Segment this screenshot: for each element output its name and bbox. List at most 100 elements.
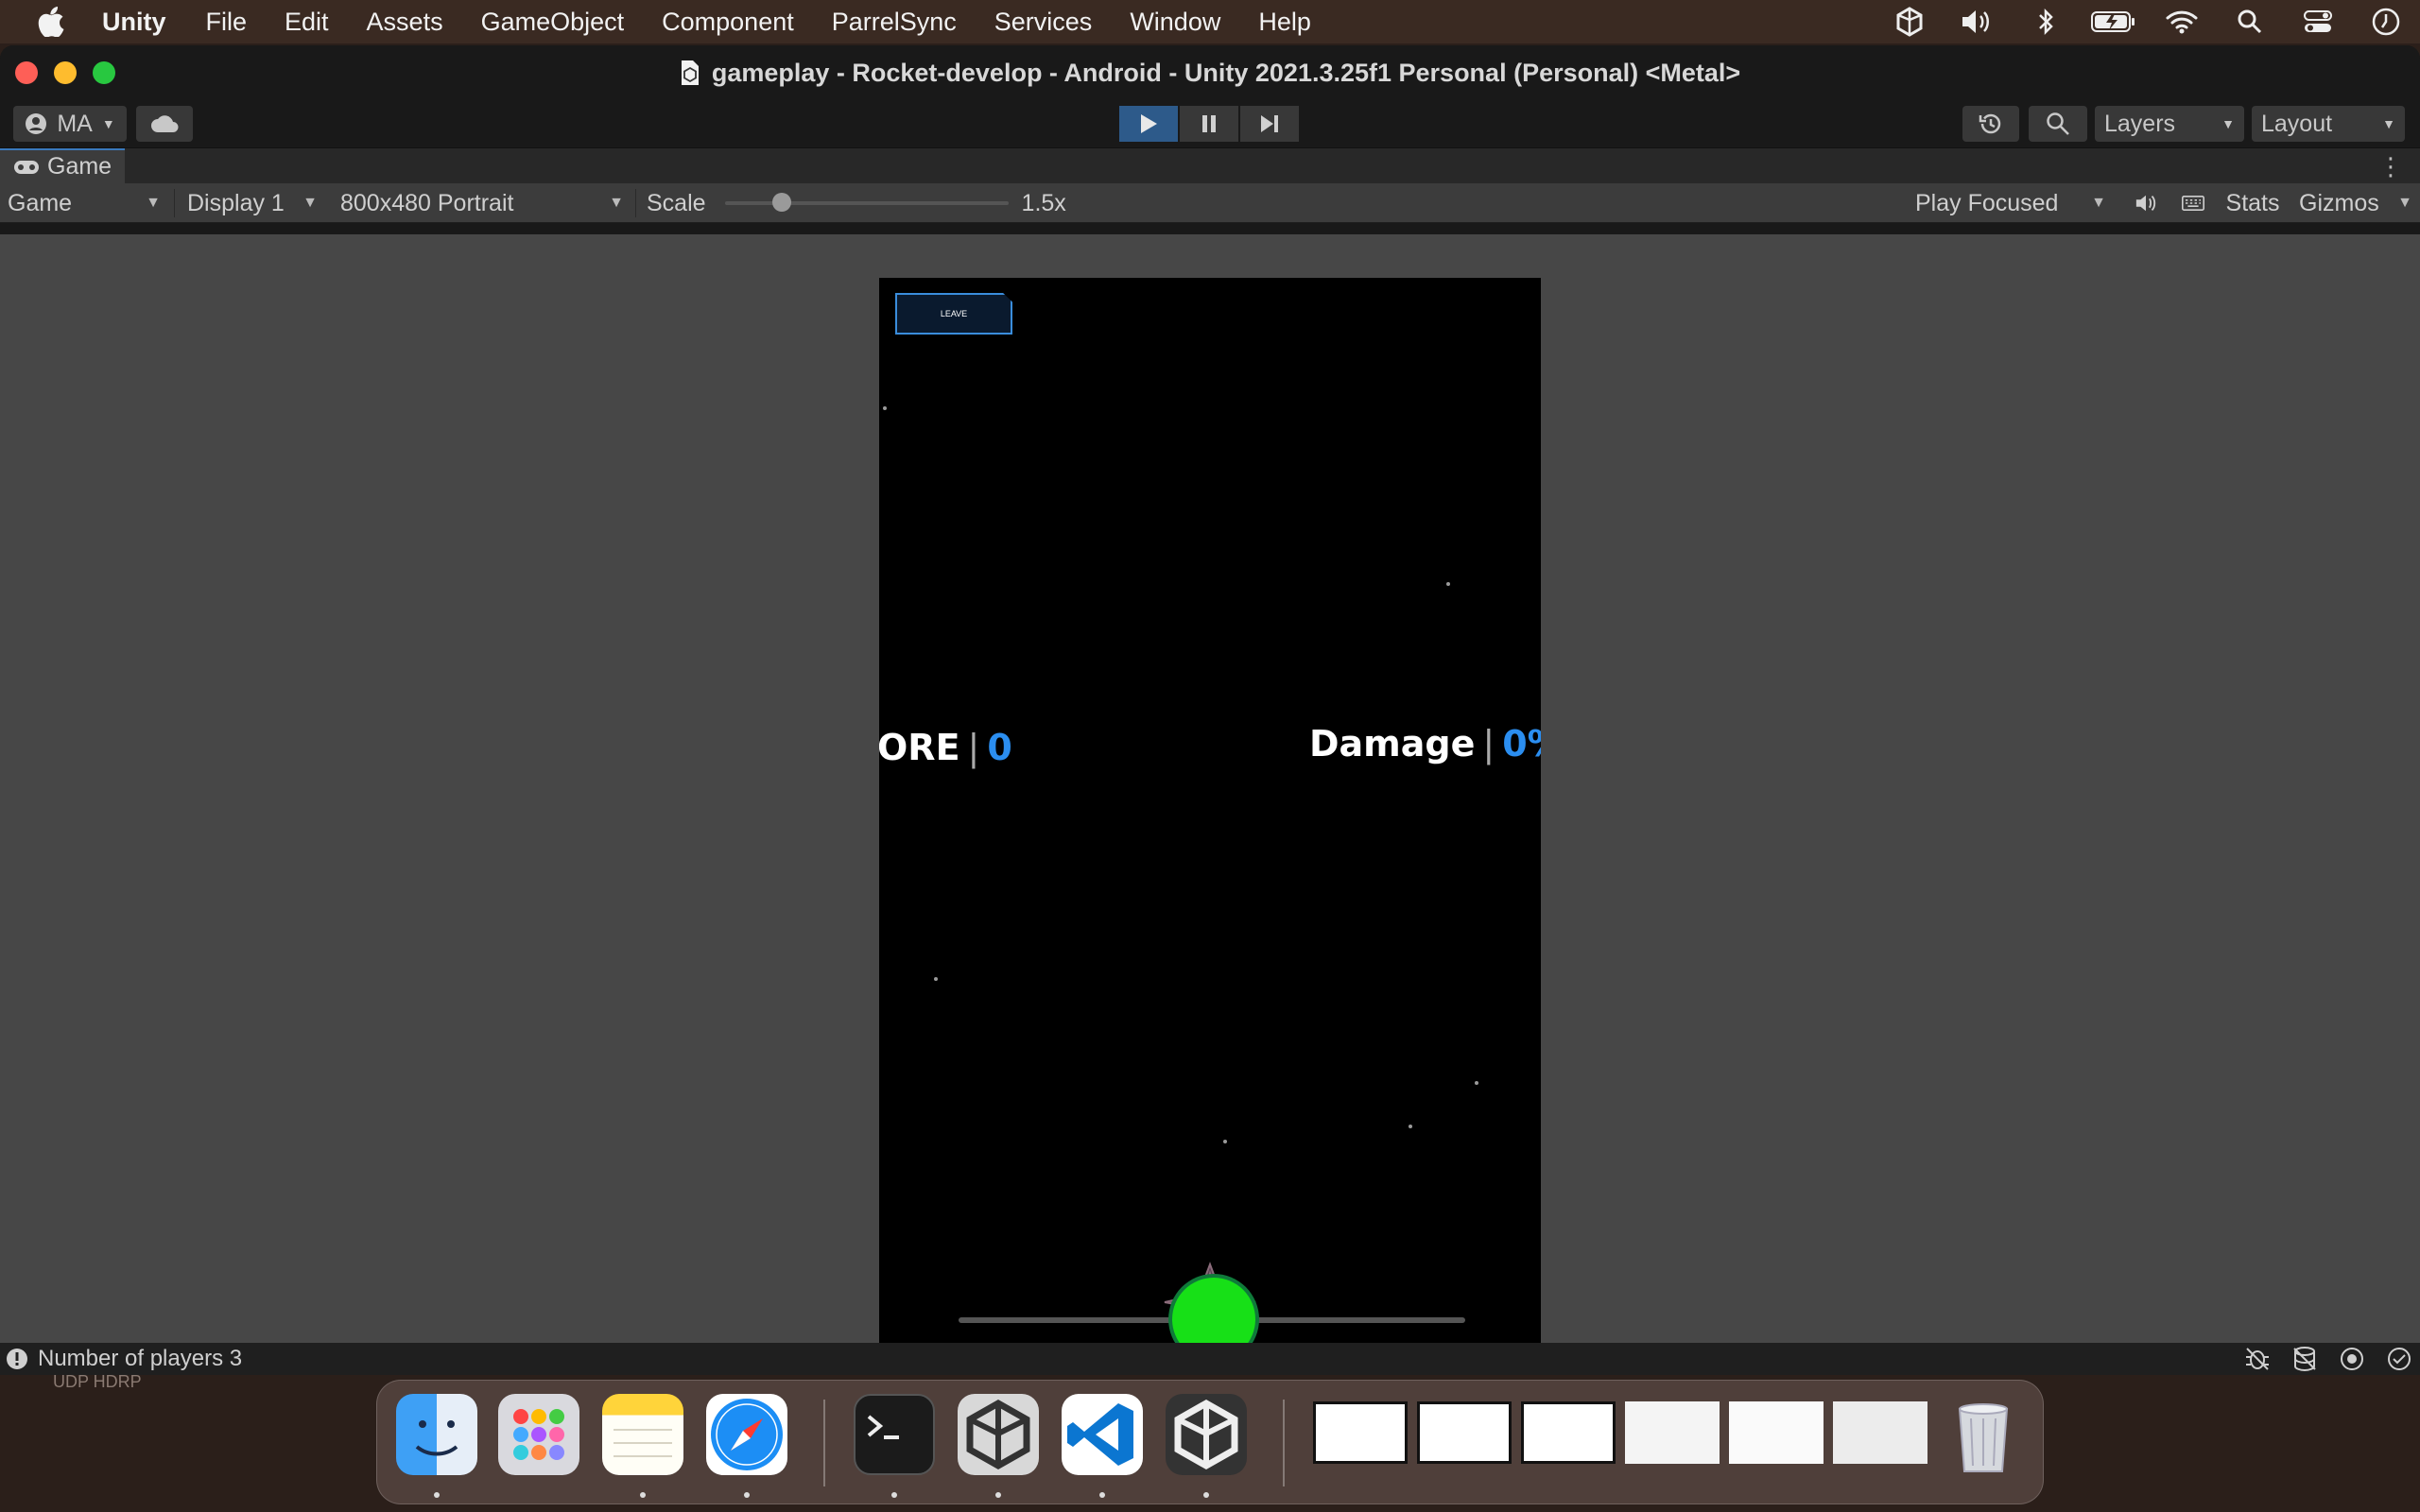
tab-bar: Game ⋮ — [0, 147, 2420, 184]
tab-game[interactable]: Game — [0, 147, 126, 184]
bluetooth-icon[interactable] — [2012, 0, 2080, 43]
scale-value: 1.5x — [1021, 189, 1066, 216]
scale-slider-handle[interactable] — [771, 193, 791, 212]
game-render[interactable]: LEAVE ORE|0 Damage|0% — [879, 278, 1541, 1374]
undo-history-button[interactable] — [1962, 106, 2019, 142]
wifi-icon[interactable] — [2148, 0, 2216, 43]
terminal-icon[interactable] — [854, 1394, 935, 1475]
account-label: MA — [57, 110, 93, 137]
window-controls — [15, 61, 115, 84]
safari-icon[interactable] — [706, 1394, 787, 1475]
trash-icon[interactable] — [1943, 1394, 2024, 1475]
scale-slider[interactable] — [724, 193, 1009, 212]
scale-label: Scale — [647, 189, 706, 216]
account-icon — [26, 113, 47, 134]
zoom-window-button[interactable] — [93, 61, 115, 84]
control-center-icon[interactable] — [2284, 0, 2352, 43]
leave-button[interactable]: LEAVE — [895, 293, 1012, 335]
more-options-icon[interactable]: ⋮ — [2378, 152, 2403, 181]
menu-help[interactable]: Help — [1258, 8, 1311, 37]
gizmos-label: Gizmos — [2299, 189, 2379, 216]
layers-dropdown[interactable]: Layers ▼ — [2095, 106, 2244, 142]
stats-button[interactable]: Stats — [2220, 183, 2286, 223]
finder-icon[interactable] — [396, 1394, 477, 1475]
account-dropdown[interactable]: MA ▼ — [13, 106, 127, 142]
spotlight-icon[interactable] — [2216, 0, 2284, 43]
chevron-down-icon: ▼ — [2221, 116, 2235, 131]
layout-label: Layout — [2261, 110, 2333, 137]
close-window-button[interactable] — [15, 61, 38, 84]
game-view-toolbar: Game ▼ Display 1 ▼ 800x480 Portrait ▼ Sc… — [0, 183, 2420, 223]
menu-parrelsync[interactable]: ParrelSync — [832, 8, 957, 37]
menu-file[interactable]: File — [206, 8, 248, 37]
chevron-down-icon: ▼ — [609, 195, 624, 211]
game-viewport: LEAVE ORE|0 Damage|0% — [0, 234, 2420, 1375]
debug-icon[interactable] — [2244, 1346, 2271, 1372]
layout-dropdown[interactable]: Layout ▼ — [2252, 106, 2405, 142]
vscode-icon[interactable] — [1062, 1394, 1143, 1475]
minimized-window-thumbnail[interactable] — [1417, 1401, 1512, 1464]
check-circle-icon[interactable] — [2386, 1346, 2412, 1372]
unity-hub-icon[interactable] — [958, 1394, 1039, 1475]
minimize-window-button[interactable] — [54, 61, 77, 84]
notes-icon[interactable] — [602, 1394, 683, 1475]
resolution-dropdown[interactable]: 800x480 Portrait ▼ — [333, 183, 631, 223]
gamepad-icon — [14, 160, 39, 174]
menu-gameobject[interactable]: GameObject — [481, 8, 625, 37]
battery-icon[interactable] — [2080, 0, 2148, 43]
cache-server-icon[interactable] — [2291, 1346, 2318, 1372]
play-mode-dropdown[interactable]: Play Focused ▼ — [1908, 183, 2114, 223]
dock — [376, 1380, 2044, 1504]
progress-icon[interactable] — [2339, 1346, 2365, 1372]
minimized-safari-thumbnail[interactable] — [1833, 1401, 1927, 1464]
cloud-button[interactable] — [136, 106, 193, 142]
pause-button[interactable] — [1180, 106, 1238, 142]
unity-icon[interactable] — [1876, 0, 1944, 43]
step-icon — [1261, 115, 1278, 132]
display-dropdown[interactable]: Display 1 ▼ — [180, 183, 325, 223]
volume-icon[interactable] — [1944, 0, 2012, 43]
launchpad-icon[interactable] — [498, 1394, 579, 1475]
minimized-notes-thumbnail[interactable] — [1729, 1401, 1824, 1464]
menu-assets[interactable]: Assets — [367, 8, 443, 37]
score-value: 0 — [987, 727, 1012, 768]
menu-services[interactable]: Services — [994, 8, 1093, 37]
pause-icon — [1202, 115, 1216, 132]
unity-editor-icon[interactable] — [1166, 1394, 1247, 1475]
play-button[interactable] — [1119, 106, 1178, 142]
minimized-finder-thumbnail[interactable] — [1625, 1401, 1720, 1464]
menu-window[interactable]: Window — [1130, 8, 1220, 37]
gizmos-button[interactable]: Gizmos ▼ — [2291, 183, 2420, 223]
apple-icon[interactable] — [0, 7, 102, 37]
menu-app-unity[interactable]: Unity — [102, 8, 166, 37]
play-icon — [1141, 114, 1157, 133]
window-title: gameplay - Rocket-develop - Android - Un… — [711, 58, 1741, 87]
layers-label: Layers — [2104, 110, 2176, 137]
display-label: Display 1 — [187, 189, 285, 216]
history-icon — [1979, 113, 2001, 134]
view-mode-dropdown[interactable]: Game ▼ — [0, 183, 168, 223]
step-button[interactable] — [1240, 106, 1299, 142]
minimized-window-thumbnail[interactable] — [1521, 1401, 1616, 1464]
chevron-down-icon: ▼ — [2397, 195, 2412, 211]
search-button[interactable] — [2029, 106, 2087, 142]
minimized-window-thumbnail[interactable] — [1313, 1401, 1408, 1464]
document-icon — [680, 60, 700, 86]
damage-label: Damage — [1309, 723, 1476, 765]
mute-audio-button[interactable] — [2127, 183, 2165, 223]
keyboard-shortcuts-button[interactable] — [2174, 183, 2212, 223]
menu-component[interactable]: Component — [662, 8, 794, 37]
menu-edit[interactable]: Edit — [285, 8, 329, 37]
chevron-down-icon: ▼ — [146, 195, 161, 211]
score-label: ORE — [879, 727, 960, 768]
star — [883, 406, 887, 410]
keyboard-icon — [2182, 196, 2204, 211]
chevron-down-icon: ▼ — [2091, 195, 2106, 211]
score-display: ORE | 0 — [879, 727, 1012, 768]
menubar: Unity File Edit Assets GameObject Compon… — [0, 0, 2420, 43]
status-message: Number of players 3 — [38, 1346, 243, 1371]
star — [1475, 1081, 1478, 1085]
scale-control: Scale 1.5x — [639, 183, 1074, 223]
clock-icon[interactable] — [2352, 0, 2420, 43]
info-icon — [7, 1349, 27, 1369]
